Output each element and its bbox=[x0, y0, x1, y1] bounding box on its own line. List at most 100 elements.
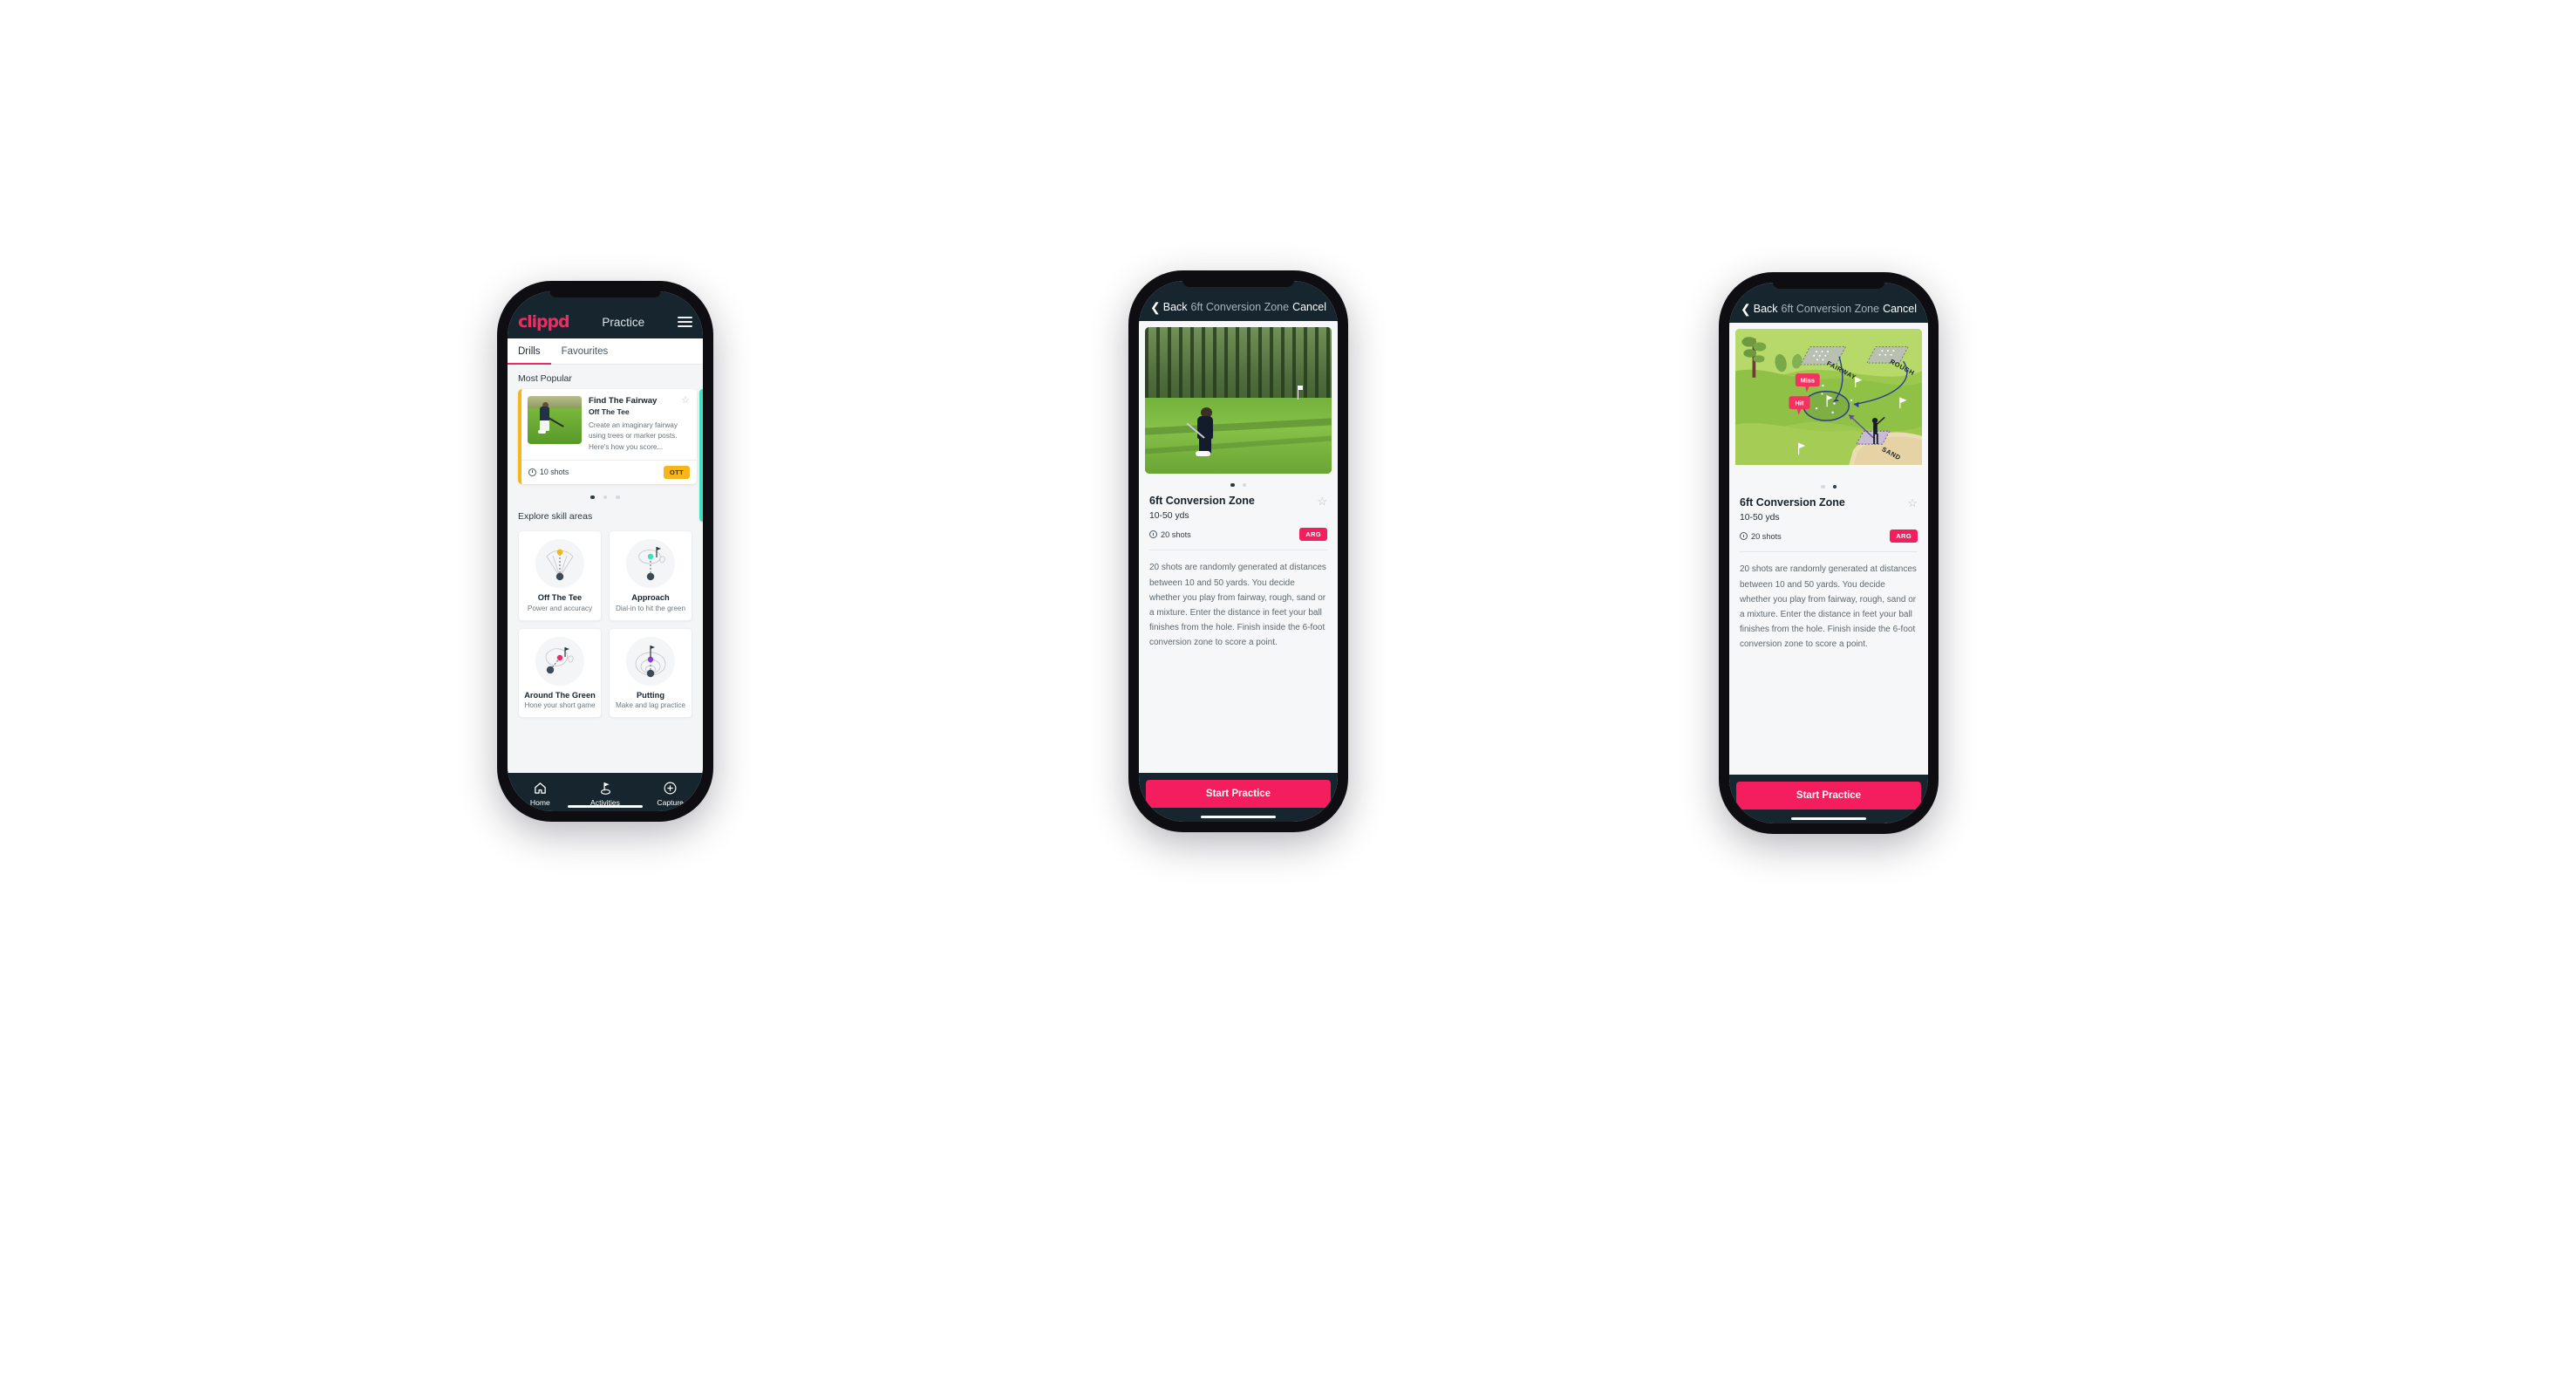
navbar-title: 6ft Conversion Zone bbox=[1781, 303, 1880, 315]
skill-card-putting[interactable]: Putting Make and lag practice bbox=[609, 627, 692, 719]
phone-drill-detail-illustration: ❮ Back 6ft Conversion Zone Cancel FAIRWA… bbox=[1719, 272, 1939, 834]
practice-content: Most Popular Find The Fairway Off The Te… bbox=[508, 365, 703, 773]
media-dot-1[interactable] bbox=[1821, 485, 1825, 489]
carousel-dots bbox=[508, 484, 703, 500]
back-button[interactable]: ❮ Back bbox=[1150, 301, 1188, 313]
start-practice-button[interactable]: Start Practice bbox=[1146, 780, 1331, 808]
drill-media-illustration[interactable]: FAIRWAY ROUGH SAND Miss Hit bbox=[1735, 329, 1922, 475]
drill-detail-card: 6ft Conversion Zone ☆ 10-50 yds 20 shots… bbox=[1145, 495, 1332, 650]
bottom-nav-label: Home bbox=[529, 798, 550, 807]
skill-desc: Dial-in to hit the green bbox=[615, 604, 686, 612]
skill-badge-arg: ARG bbox=[1890, 530, 1918, 543]
drill-card-find-the-fairway[interactable]: Find The Fairway Off The Tee ☆ Create an… bbox=[518, 389, 697, 484]
phone-drill-detail-video: ❮ Back 6ft Conversion Zone Cancel 6ft Co… bbox=[1128, 270, 1348, 832]
phone-notch bbox=[1182, 281, 1294, 287]
drill-shots: 10 shots bbox=[528, 468, 569, 476]
phone-notch bbox=[549, 291, 661, 297]
svg-text:Hit: Hit bbox=[1796, 399, 1804, 407]
clock-icon bbox=[1149, 530, 1157, 539]
golf-flag-icon bbox=[600, 782, 610, 795]
skill-name: Around The Green bbox=[524, 690, 596, 700]
start-practice-button[interactable]: Start Practice bbox=[1736, 782, 1921, 810]
skill-name: Approach bbox=[631, 593, 670, 603]
media-dot-2[interactable] bbox=[1242, 483, 1246, 488]
back-label: Back bbox=[1753, 303, 1778, 315]
home-indicator bbox=[568, 804, 643, 808]
media-dot-2[interactable] bbox=[1832, 485, 1837, 489]
skill-desc: Hone your short game bbox=[524, 701, 596, 710]
cta-footer: Start Practice bbox=[1139, 773, 1338, 822]
drill-description: 20 shots are randomly generated at dista… bbox=[1149, 563, 1326, 648]
carousel-dot-3[interactable] bbox=[616, 495, 620, 500]
home-icon bbox=[535, 782, 546, 794]
bottom-nav-capture[interactable]: Capture bbox=[637, 781, 703, 807]
drill-detail-card: 6ft Conversion Zone ☆ 10-50 yds 20 shots… bbox=[1735, 496, 1922, 652]
hamburger-menu-icon[interactable] bbox=[678, 316, 692, 328]
drill-shots-label: 10 shots bbox=[540, 468, 569, 477]
tab-drills[interactable]: Drills bbox=[508, 338, 551, 365]
home-indicator bbox=[1201, 815, 1276, 818]
cancel-button[interactable]: Cancel bbox=[1883, 303, 1917, 315]
skill-desc: Make and lag practice bbox=[615, 701, 686, 710]
app-header: clippd Practice bbox=[508, 291, 703, 338]
drill-description: Create an imaginary fairway using trees … bbox=[589, 421, 678, 451]
most-popular-carousel[interactable]: Find The Fairway Off The Tee ☆ Create an… bbox=[508, 389, 703, 522]
skill-card-around-the-green[interactable]: Around The Green Hone your short game bbox=[518, 627, 602, 719]
drill-shots-label: 20 shots bbox=[1161, 530, 1191, 539]
skill-card-off-the-tee[interactable]: Off The Tee Power and accuracy bbox=[518, 530, 602, 621]
drill-subtitle: Off The Tee bbox=[589, 407, 630, 416]
media-carousel-dots bbox=[1145, 474, 1332, 495]
phone-practice-screen: clippd Practice Drills Favourites Most P… bbox=[497, 281, 713, 822]
cta-footer: Start Practice bbox=[1729, 775, 1928, 823]
drill-shots: 20 shots bbox=[1149, 530, 1191, 539]
explore-skill-areas-heading: Explore skill areas bbox=[518, 511, 593, 523]
cancel-button[interactable]: Cancel bbox=[1292, 301, 1326, 313]
plus-circle-icon bbox=[664, 782, 677, 795]
skill-name: Putting bbox=[636, 690, 664, 700]
skill-desc: Power and accuracy bbox=[527, 604, 593, 612]
drill-title: Find The Fairway bbox=[589, 396, 658, 406]
skill-badge-arg: ARG bbox=[1299, 528, 1327, 542]
navbar-title: 6ft Conversion Zone bbox=[1190, 301, 1290, 313]
media-carousel-dots bbox=[1735, 475, 1922, 496]
screenshot-stage: clippd Practice Drills Favourites Most P… bbox=[0, 0, 2576, 1387]
drill-media-photo[interactable] bbox=[1145, 327, 1332, 474]
drill-distance: 10-50 yds bbox=[1740, 513, 1780, 523]
bottom-navigation: Home Activities Capture bbox=[508, 773, 703, 811]
drill-title: 6ft Conversion Zone bbox=[1740, 496, 1845, 509]
most-popular-heading: Most Popular bbox=[518, 373, 572, 384]
clippd-logo[interactable]: clippd bbox=[518, 312, 570, 331]
drill-title: 6ft Conversion Zone bbox=[1149, 495, 1255, 508]
media-dot-1[interactable] bbox=[1230, 483, 1235, 488]
drill-shots-label: 20 shots bbox=[1751, 531, 1782, 541]
tee-shot-dispersion-icon bbox=[535, 539, 584, 589]
star-outline-icon[interactable]: ☆ bbox=[1317, 495, 1327, 509]
home-indicator bbox=[1791, 816, 1866, 820]
skill-name: Off The Tee bbox=[537, 593, 583, 603]
skill-areas-grid: Off The Tee Power and accuracy Approach … bbox=[508, 527, 703, 727]
page-title: Practice bbox=[602, 315, 645, 329]
clock-icon bbox=[528, 468, 536, 476]
star-outline-icon[interactable]: ☆ bbox=[1907, 496, 1918, 510]
drill-distance: 10-50 yds bbox=[1149, 511, 1189, 522]
back-label: Back bbox=[1162, 301, 1188, 313]
bottom-nav-label: Capture bbox=[657, 798, 684, 807]
drill-description: 20 shots are randomly generated at dista… bbox=[1740, 564, 1917, 650]
phone-notch bbox=[1773, 283, 1884, 289]
bottom-nav-home[interactable]: Home bbox=[508, 781, 573, 807]
back-button[interactable]: ❮ Back bbox=[1741, 303, 1778, 315]
bottom-nav-activities[interactable]: Activities bbox=[573, 781, 638, 807]
chevron-left-icon: ❮ bbox=[1150, 300, 1161, 314]
drill-shots: 20 shots bbox=[1740, 532, 1782, 541]
detail-content: FAIRWAY ROUGH SAND Miss Hit 6ft Conversi… bbox=[1729, 323, 1928, 775]
clock-icon bbox=[1740, 532, 1748, 541]
skill-card-approach[interactable]: Approach Dial-in to hit the green bbox=[609, 530, 692, 621]
approach-green-icon bbox=[626, 539, 675, 589]
star-outline-icon[interactable]: ☆ bbox=[681, 396, 690, 406]
putting-rings-icon bbox=[626, 636, 675, 686]
drill-card-peek-next[interactable] bbox=[699, 389, 703, 522]
carousel-dot-1[interactable] bbox=[590, 495, 595, 500]
tab-favourites[interactable]: Favourites bbox=[551, 338, 619, 364]
golfer-teeing-off-photo bbox=[528, 396, 582, 444]
skill-badge-ott: OTT bbox=[663, 465, 690, 479]
